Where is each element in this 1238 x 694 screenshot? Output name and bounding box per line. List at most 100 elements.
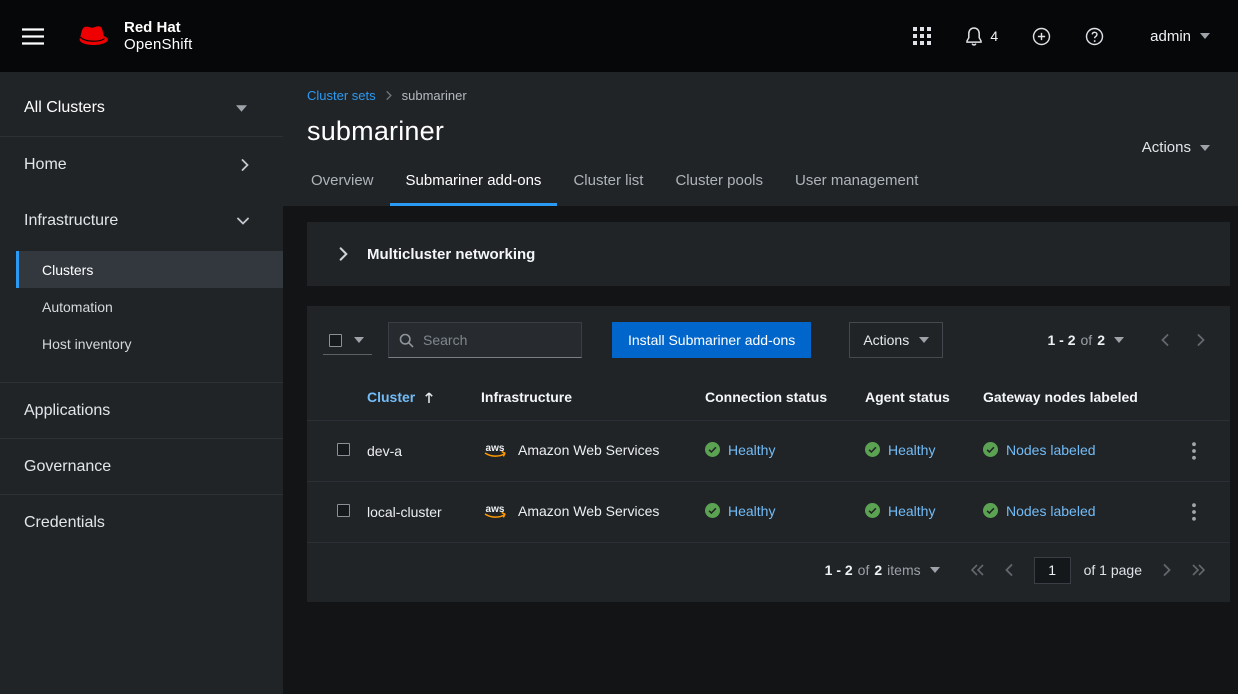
brand-logo[interactable]: Red Hat OpenShift	[72, 19, 193, 54]
previous-page-button[interactable]	[996, 556, 1022, 584]
prev-page-button-top[interactable]	[1152, 326, 1178, 354]
angle-left-icon	[1005, 564, 1013, 576]
row-checkbox[interactable]	[337, 504, 350, 517]
agent-status-button[interactable]: Healthy	[865, 503, 935, 519]
tab-cluster-list[interactable]: Cluster list	[557, 162, 659, 206]
breadcrumb-separator-icon	[386, 91, 392, 100]
first-page-button[interactable]	[962, 556, 993, 584]
app-grid-icon	[913, 27, 931, 45]
select-all-checkbox[interactable]	[329, 334, 342, 347]
multicluster-networking-section: Multicluster networking	[307, 222, 1230, 286]
sidebar-item-governance[interactable]: Governance	[0, 438, 283, 494]
column-header-cluster[interactable]: Cluster	[367, 389, 434, 405]
column-header-gateway-nodes[interactable]: Gateway nodes labeled	[983, 374, 1182, 421]
page-count-label: of 1 page	[1084, 562, 1142, 578]
app-launcher-button[interactable]	[903, 19, 941, 53]
table-row-dev-a: dev-a Amazon Web Services Heal	[307, 421, 1230, 482]
check-circle-icon	[865, 442, 880, 457]
plus-circle-icon	[1032, 27, 1051, 46]
check-circle-icon	[983, 503, 998, 518]
clusters-table: Cluster Infrastructure Connection status…	[307, 374, 1230, 543]
add-resource-button[interactable]	[1022, 19, 1061, 54]
cluster-name: local-cluster	[367, 482, 481, 543]
chevron-down-icon	[237, 217, 249, 225]
perspective-switcher[interactable]: All Clusters	[0, 80, 283, 136]
page-actions-label: Actions	[1142, 139, 1191, 156]
agent-status-button[interactable]: Healthy	[865, 442, 935, 458]
tab-label: Cluster pools	[675, 172, 763, 189]
tab-bar: Overview Submariner add-ons Cluster list…	[295, 162, 1214, 206]
sidebar-item-home[interactable]: Home	[0, 137, 283, 193]
table-row-local-cluster: local-cluster Amazon Web Services	[307, 482, 1230, 543]
install-submariner-button[interactable]: Install Submariner add-ons	[612, 322, 811, 358]
aws-icon	[481, 502, 509, 520]
next-page-button[interactable]	[1154, 556, 1180, 584]
infrastructure-name: Amazon Web Services	[518, 503, 659, 519]
notifications-button[interactable]: 4	[955, 18, 1008, 54]
toolbar-actions-dropdown[interactable]: Actions	[849, 322, 943, 358]
pagination-options-toggle[interactable]: 1 - 2 of 2 items	[817, 556, 948, 584]
nav-label: Host inventory	[42, 336, 131, 352]
cluster-name: dev-a	[367, 421, 481, 482]
search-input[interactable]	[423, 332, 571, 348]
pagination-total: 2	[874, 562, 882, 578]
sidebar-item-applications[interactable]: Applications	[0, 382, 283, 438]
tab-overview[interactable]: Overview	[295, 162, 390, 206]
sidebar-item-clusters[interactable]: Clusters	[16, 251, 283, 288]
status-label: Nodes labeled	[1006, 503, 1096, 519]
sidebar-item-host-inventory[interactable]: Host inventory	[16, 325, 283, 362]
infrastructure-cell: Amazon Web Services	[481, 441, 659, 459]
breadcrumb-cluster-sets-link[interactable]: Cluster sets	[307, 88, 376, 103]
check-circle-icon	[705, 442, 720, 457]
pagination-nav: of 1 page	[962, 556, 1214, 584]
tab-cluster-pools[interactable]: Cluster pools	[659, 162, 779, 206]
expand-section-button[interactable]	[337, 243, 350, 265]
nav-label: Applications	[24, 402, 110, 420]
row-checkbox[interactable]	[337, 443, 350, 456]
nav-label: Clusters	[42, 262, 93, 278]
pagination-total: 2	[1097, 332, 1105, 348]
help-button[interactable]	[1075, 19, 1114, 54]
pagination-range: 1 - 2	[1048, 332, 1076, 348]
tab-submariner-add-ons[interactable]: Submariner add-ons	[390, 162, 558, 206]
connection-status-button[interactable]: Healthy	[705, 503, 775, 519]
page-actions-dropdown[interactable]: Actions	[1142, 139, 1210, 156]
current-page-input[interactable]	[1034, 557, 1071, 584]
caret-down-icon	[1200, 33, 1210, 39]
chevron-right-icon	[339, 247, 348, 261]
section-title: Multicluster networking	[367, 246, 535, 263]
page-header: Cluster sets submariner submariner Actio…	[283, 72, 1238, 206]
user-menu-button[interactable]: admin	[1146, 20, 1214, 53]
status-label: Healthy	[888, 442, 935, 458]
sidebar-item-credentials[interactable]: Credentials	[0, 494, 283, 550]
sidebar-item-infrastructure[interactable]: Infrastructure	[0, 193, 283, 249]
double-angle-left-icon	[971, 564, 984, 576]
tab-user-management[interactable]: User management	[779, 162, 934, 206]
sidebar-item-automation[interactable]: Automation	[16, 288, 283, 325]
bulk-select-toggle[interactable]	[352, 335, 366, 345]
brand-name: Red Hat	[124, 19, 193, 36]
column-header-agent-status[interactable]: Agent status	[865, 374, 983, 421]
check-circle-icon	[865, 503, 880, 518]
nav-label: Credentials	[24, 514, 105, 532]
nav-label: Home	[24, 156, 67, 174]
last-page-button[interactable]	[1183, 556, 1214, 584]
column-header-infrastructure[interactable]: Infrastructure	[481, 374, 705, 421]
row-actions-kebab[interactable]	[1182, 497, 1206, 527]
nav-toggle-button[interactable]	[8, 18, 58, 55]
connection-status-button[interactable]: Healthy	[705, 442, 775, 458]
angle-right-icon	[1163, 564, 1171, 576]
page-content: Multicluster networking Install Submarin…	[283, 206, 1238, 694]
caret-down-icon	[236, 105, 247, 112]
gateway-nodes-status-button[interactable]: Nodes labeled	[983, 503, 1096, 519]
breadcrumb: Cluster sets submariner	[307, 88, 1214, 103]
tab-label: User management	[795, 172, 918, 189]
pagination-of: of	[1081, 332, 1093, 348]
question-circle-icon	[1085, 27, 1104, 46]
column-header-connection-status[interactable]: Connection status	[705, 374, 865, 421]
pagination-menu-toggle[interactable]: 1 - 2 of 2	[1040, 326, 1133, 354]
next-page-button-top[interactable]	[1188, 326, 1214, 354]
check-circle-icon	[705, 503, 720, 518]
row-actions-kebab[interactable]	[1182, 436, 1206, 466]
gateway-nodes-status-button[interactable]: Nodes labeled	[983, 442, 1096, 458]
